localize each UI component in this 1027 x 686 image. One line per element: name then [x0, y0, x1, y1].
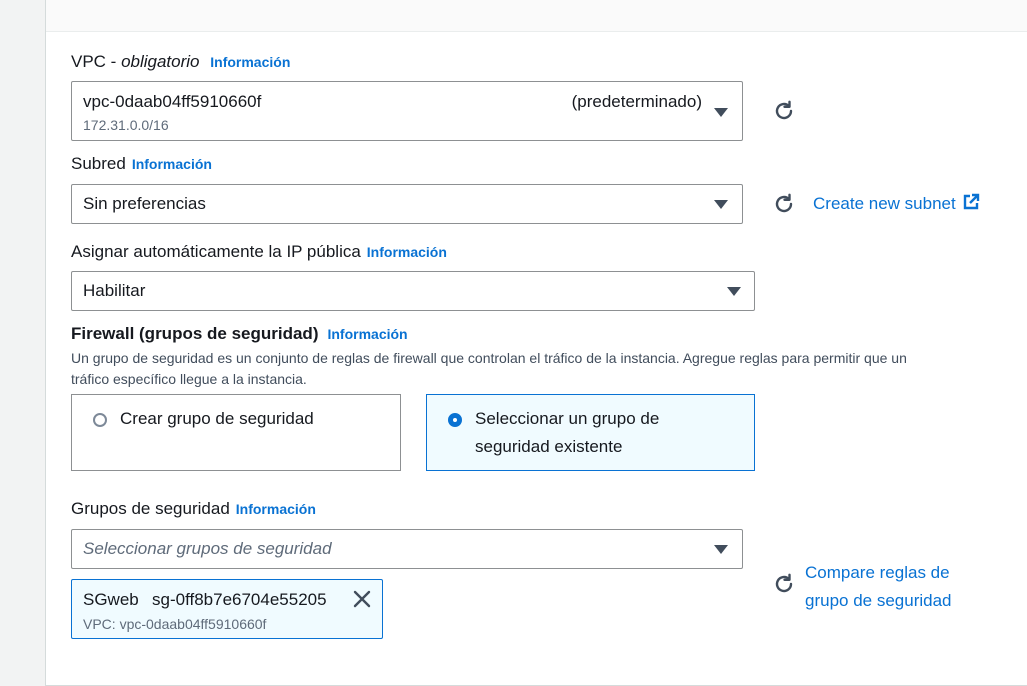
public-ip-value: Habilitar — [83, 281, 146, 300]
subnet-label: Subred Información — [71, 154, 212, 174]
radio-existing-label-line: seguridad existente — [475, 437, 623, 456]
security-groups-placeholder: Seleccionar grupos de seguridad — [83, 539, 332, 558]
vpc-label-text: VPC - — [71, 52, 122, 71]
security-group-token: SGweb sg-0ff8b7e6704e55205 VPC: vpc-0daa… — [71, 579, 383, 639]
public-ip-info-link[interactable]: Información — [367, 244, 447, 260]
vpc-cidr: 172.31.0.0/16 — [83, 117, 169, 133]
refresh-icon[interactable] — [772, 192, 796, 216]
security-groups-select[interactable]: Seleccionar grupos de seguridad — [71, 529, 743, 569]
compare-rules-link-line: Compare reglas de — [805, 563, 950, 582]
security-groups-label: Grupos de seguridad Información — [71, 499, 316, 519]
refresh-icon[interactable] — [772, 99, 796, 123]
radio-existing-label-line: Seleccionar un grupo de — [475, 409, 660, 428]
vpc-default-tag: (predeterminado) — [571, 92, 702, 111]
firewall-info-link[interactable]: Información — [327, 326, 407, 342]
security-groups-label-text: Grupos de seguridad — [71, 499, 230, 518]
subnet-info-link[interactable]: Información — [132, 156, 212, 172]
vpc-select[interactable]: vpc-0daab04ff5910660f (predeterminado) 1… — [71, 81, 743, 141]
radio-create-label: Crear grupo de seguridad — [120, 409, 314, 428]
firewall-description-line: tráfico específico llegue a la instancia… — [71, 371, 307, 387]
public-ip-select[interactable]: Habilitar — [71, 271, 755, 311]
public-ip-label-text: Asignar automáticamente la IP pública — [71, 242, 361, 261]
subnet-label-text: Subred — [71, 154, 126, 173]
firewall-description: Un grupo de seguridad es un conjunto de … — [71, 348, 1016, 390]
chevron-down-icon — [727, 287, 741, 296]
chevron-down-icon — [714, 108, 728, 117]
radio-button-icon — [93, 413, 107, 427]
security-group-id: sg-0ff8b7e6704e55205 — [152, 590, 327, 609]
close-icon[interactable] — [352, 589, 372, 609]
refresh-icon[interactable] — [772, 572, 796, 596]
vpc-value: vpc-0daab04ff5910660f — [83, 92, 262, 111]
create-subnet-link-text: Create new subnet — [813, 194, 956, 213]
public-ip-label: Asignar automáticamente la IP pública Inf… — [71, 242, 447, 262]
security-group-vpc: VPC: vpc-0daab04ff5910660f — [83, 616, 267, 632]
compare-rules-link-line: grupo de seguridad — [805, 591, 952, 610]
vpc-info-link[interactable]: Información — [210, 54, 290, 70]
vpc-required-text: obligatorio — [121, 52, 200, 71]
radio-button-selected-icon — [448, 413, 462, 427]
panel-header — [46, 0, 1027, 32]
external-link-icon — [964, 193, 980, 210]
compare-rules-link[interactable]: Compare reglas de grupo de seguridad — [805, 559, 952, 615]
firewall-description-line: Un grupo de seguridad es un conjunto de … — [71, 350, 907, 366]
security-group-name: SGweb — [83, 590, 139, 609]
subnet-value: Sin preferencias — [83, 194, 206, 213]
chevron-down-icon — [714, 545, 728, 554]
radio-select-existing-security-group[interactable]: Seleccionar un grupo de seguridad existe… — [426, 394, 755, 471]
firewall-title: Firewall (grupos de seguridad) Informació… — [71, 324, 408, 344]
chevron-down-icon — [714, 200, 728, 209]
vpc-label: VPC - obligatorio Información — [71, 52, 290, 72]
radio-create-security-group[interactable]: Crear grupo de seguridad — [71, 394, 401, 471]
create-subnet-link[interactable]: Create new subnet — [813, 193, 980, 214]
subnet-select[interactable]: Sin preferencias — [71, 184, 743, 224]
firewall-title-text: Firewall (grupos de seguridad) — [71, 324, 319, 343]
radio-existing-label: Seleccionar un grupo de seguridad existe… — [475, 405, 659, 461]
security-groups-info-link[interactable]: Información — [236, 501, 316, 517]
